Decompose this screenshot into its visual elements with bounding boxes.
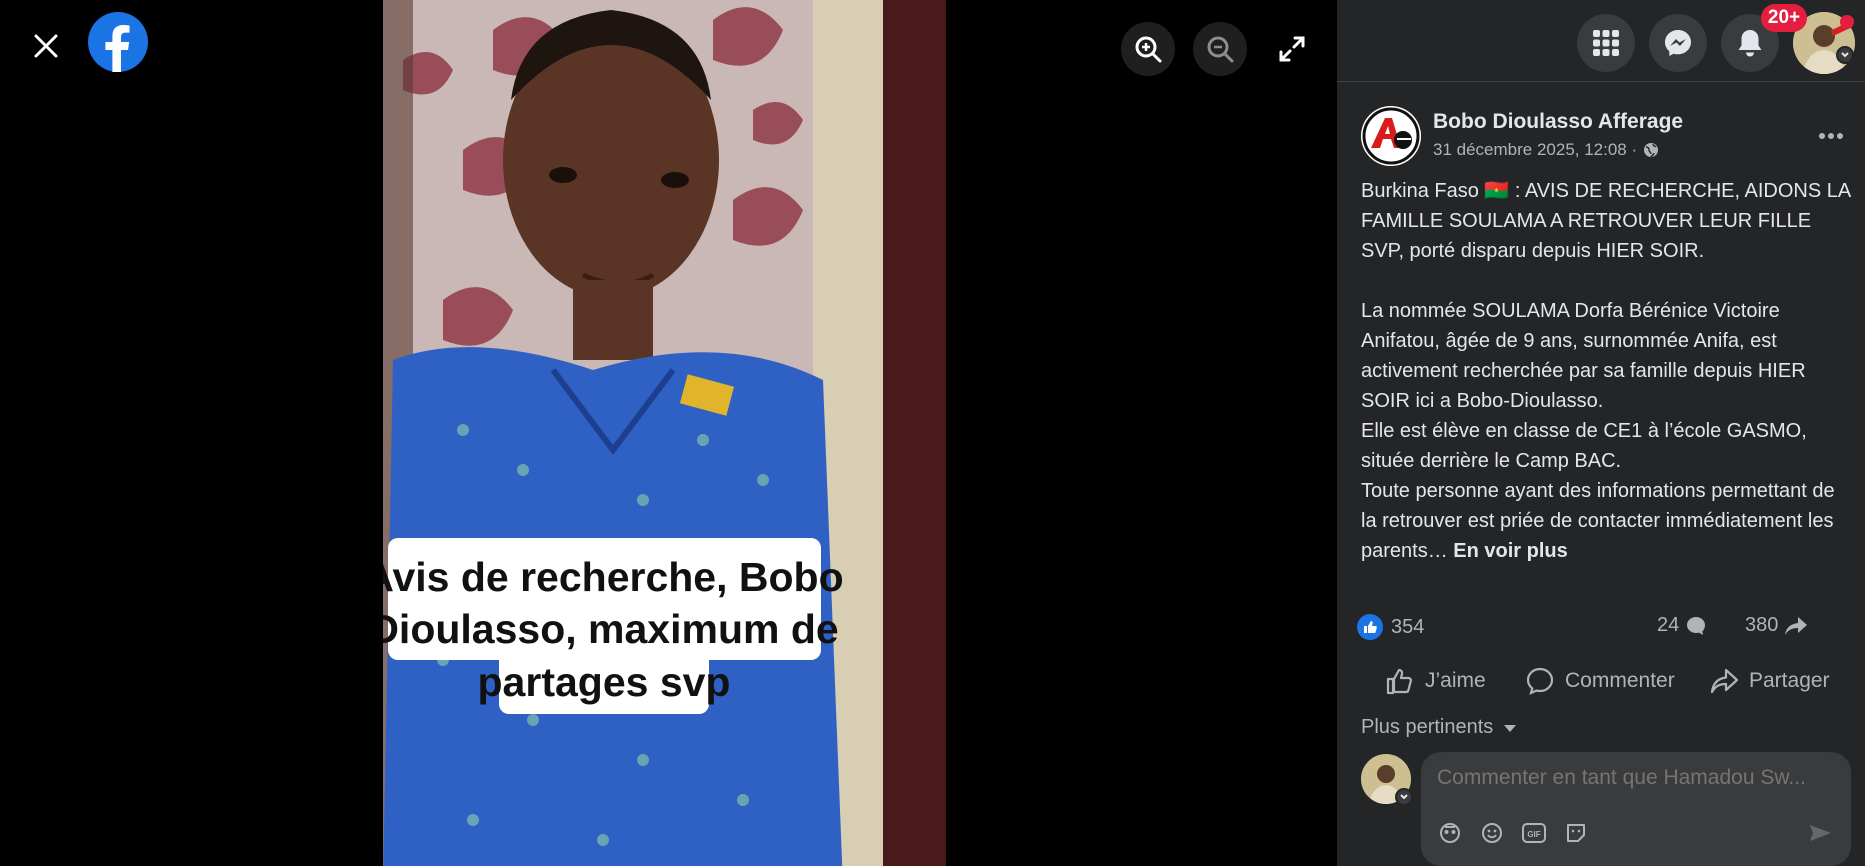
- bell-icon: [1738, 30, 1762, 57]
- post-sidebar: 20+ Bobo Dioulasso Afferage 31 décembre …: [1337, 0, 1865, 866]
- gif-icon: GIF: [1522, 823, 1546, 843]
- send-icon: [1810, 825, 1831, 841]
- post-header: Bobo Dioulasso Afferage 31 décembre 2025…: [1361, 106, 1851, 170]
- chevron-down-icon: [1400, 794, 1408, 800]
- photo-viewer: Avis de recherche, Bobo Dioulasso, maxim…: [0, 0, 1337, 866]
- page-avatar[interactable]: [1361, 106, 1421, 166]
- post-photo[interactable]: Avis de recherche, Bobo Dioulasso, maxim…: [383, 0, 946, 866]
- page-avatar-image: [1361, 106, 1421, 166]
- reactions-summary[interactable]: 354: [1357, 614, 1424, 640]
- post-stats: 354 24 380: [1357, 614, 1853, 646]
- share-arrow-icon: [1785, 616, 1808, 635]
- facebook-logo-icon: [88, 12, 148, 72]
- emoji-button[interactable]: [1477, 818, 1507, 848]
- post-actions: J’aime Commenter Partager: [1337, 656, 1865, 706]
- close-button[interactable]: [22, 22, 70, 70]
- comment-label: Commenter: [1565, 669, 1675, 692]
- comment-sort-dropdown[interactable]: Plus pertinents: [1361, 716, 1517, 739]
- account-chevron[interactable]: [1836, 46, 1854, 64]
- globe-icon: [1644, 143, 1659, 158]
- more-icon: [1819, 133, 1843, 139]
- post-text-truncated: Toute personne ayant des informations pe…: [1361, 480, 1835, 562]
- comment-bubble-icon: [1687, 616, 1706, 635]
- author-name[interactable]: Bobo Dioulasso Afferage: [1433, 110, 1683, 134]
- comment-count: 24: [1657, 614, 1680, 636]
- fullscreen-icon: [1279, 36, 1305, 62]
- grid-menu-icon: [1593, 30, 1619, 56]
- menu-button[interactable]: [1577, 14, 1635, 72]
- post-paragraph: La nommée SOULAMA Dorfa Bérénice Victoir…: [1361, 300, 1806, 412]
- like-reaction-icon: [1357, 614, 1383, 640]
- zoom-in-icon: [1135, 36, 1162, 63]
- close-icon: [34, 34, 58, 58]
- post-paragraph: Toute personne ayant des informations pe…: [1361, 476, 1853, 566]
- post-meta: 31 décembre 2025, 12:08 ·: [1433, 140, 1659, 160]
- share-count: 380: [1745, 614, 1779, 636]
- more-options-button[interactable]: [1811, 116, 1851, 156]
- avatar-sticker-icon: [1440, 823, 1460, 843]
- facebook-logo[interactable]: [88, 12, 148, 72]
- gif-button[interactable]: GIF: [1519, 818, 1549, 848]
- sticker-icon: [1567, 824, 1585, 842]
- svg-text:GIF: GIF: [1527, 830, 1540, 839]
- comment-button[interactable]: Commenter: [1525, 656, 1675, 706]
- messenger-button[interactable]: [1649, 14, 1707, 72]
- caption-overlay: Avis de recherche, Bobo Dioulasso, maxim…: [383, 538, 844, 714]
- post-paragraph: Burkina Faso 🇧🇫 : AVIS DE RECHERCHE, AID…: [1361, 180, 1851, 262]
- post-body: Burkina Faso 🇧🇫 : AVIS DE RECHERCHE, AID…: [1361, 176, 1853, 566]
- fullscreen-button[interactable]: [1265, 22, 1319, 76]
- caret-down-icon: [1504, 724, 1517, 732]
- zoom-in-button[interactable]: [1121, 22, 1175, 76]
- emoji-icon: [1482, 823, 1502, 843]
- share-button[interactable]: Partager: [1709, 656, 1830, 706]
- zoom-out-icon: [1207, 36, 1234, 63]
- shares-summary[interactable]: 380: [1745, 614, 1808, 637]
- messenger-icon: [1665, 30, 1691, 56]
- send-button[interactable]: [1805, 818, 1835, 848]
- comment-input[interactable]: [1437, 766, 1837, 790]
- composer-avatar-chevron[interactable]: [1395, 788, 1413, 806]
- comments-summary[interactable]: 24: [1657, 614, 1707, 637]
- comment-composer: GIF: [1421, 752, 1851, 866]
- status-dot: [1840, 15, 1854, 29]
- notifications-badge: 20+: [1761, 4, 1807, 32]
- avatar-sticker-button[interactable]: [1435, 818, 1465, 848]
- like-button[interactable]: J’aime: [1385, 656, 1486, 706]
- sticker-button[interactable]: [1561, 818, 1591, 848]
- see-more-link[interactable]: En voir plus: [1453, 540, 1567, 562]
- like-count: 354: [1391, 615, 1425, 638]
- sort-label: Plus pertinents: [1361, 716, 1494, 738]
- comment-icon: [1526, 667, 1554, 695]
- caption-line: Avis de recherche, Bobo: [383, 554, 844, 600]
- post-paragraph: Elle est élève en classe de CE1 à l’écol…: [1361, 420, 1807, 472]
- caption-line: partages svp: [478, 659, 731, 705]
- zoom-out-button[interactable]: [1193, 22, 1247, 76]
- chevron-down-icon: [1841, 52, 1849, 58]
- like-label: J’aime: [1425, 669, 1486, 692]
- share-label: Partager: [1749, 669, 1830, 692]
- share-icon: [1710, 668, 1739, 694]
- like-icon: [1386, 668, 1412, 695]
- post-date[interactable]: 31 décembre 2025, 12:08 ·: [1433, 140, 1637, 160]
- caption-line: Dioulasso, maximum de: [383, 606, 839, 652]
